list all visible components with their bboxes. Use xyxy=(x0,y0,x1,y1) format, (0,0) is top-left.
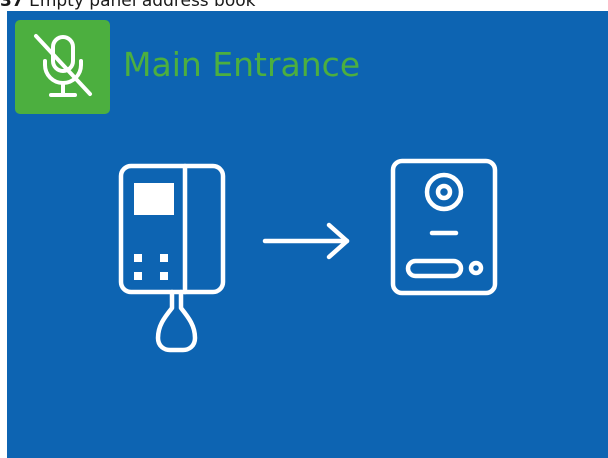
figure-caption-text: Empty panel address book xyxy=(29,0,256,11)
page-title: Main Entrance xyxy=(123,45,361,84)
microphone-mute-button[interactable] xyxy=(15,20,110,114)
intercom-handset-icon xyxy=(118,163,226,353)
microphone-muted-icon xyxy=(33,34,92,97)
door-entry-panel-icon xyxy=(390,158,498,296)
device-screen: Main Entrance xyxy=(7,11,608,458)
arrow-right-icon xyxy=(262,222,350,260)
figure-caption: 37 Empty panel address book xyxy=(0,0,256,11)
figure-number: 37 xyxy=(0,0,24,11)
